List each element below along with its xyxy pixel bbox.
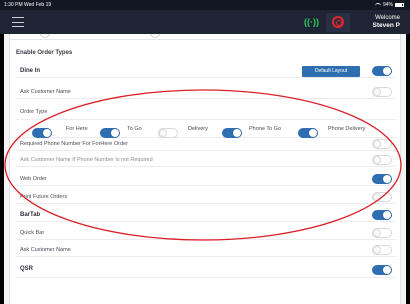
previous-row-fragment <box>10 34 400 40</box>
ask-name-if-phone-toggle[interactable] <box>372 155 392 165</box>
app-header: ((·)) Welcome Steven P <box>0 10 410 34</box>
settings-panel: Enable Order Types Dine In Default Layou… <box>4 34 406 304</box>
web-order-label: Web Order <box>20 176 47 182</box>
user-name: Steven P <box>372 22 400 29</box>
qsr-row: QSR <box>16 263 396 278</box>
delivery-label: Delivery <box>188 126 208 132</box>
order-type-title: Order Type <box>20 109 48 115</box>
required-phone-toggle[interactable] <box>372 139 392 149</box>
quick-bar-toggle[interactable] <box>372 228 392 238</box>
default-layout-button[interactable]: Default Layout <box>302 66 360 77</box>
phone-delivery-label: Phone Delivery <box>328 126 366 132</box>
bartab-toggle[interactable] <box>372 210 392 220</box>
to-go-toggle[interactable] <box>100 127 120 138</box>
dine-in-row: Dine In Default Layout <box>16 65 396 78</box>
order-types-card: Enable Order Types Dine In Default Layou… <box>9 34 401 304</box>
order-type-to-go[interactable]: To Go <box>100 124 142 138</box>
qsr-toggle[interactable] <box>372 265 392 275</box>
order-type-phone-to-go[interactable]: Phone To Go <box>222 124 281 138</box>
ipad-screen: 1:30 PM Wed Feb 19 94% ((·)) Welcome Ste… <box>0 0 410 304</box>
delivery-toggle[interactable] <box>158 127 178 138</box>
bartab-label: BarTab <box>20 212 41 218</box>
status-icons: 94% <box>374 2 404 8</box>
bar-ask-customer-name-toggle[interactable] <box>372 245 392 255</box>
order-type-delivery[interactable]: Delivery <box>158 124 208 138</box>
wifi-icon <box>374 3 381 7</box>
quick-bar-label: Quick Bar <box>20 230 45 236</box>
ask-customer-name-row: Ask Customer Name <box>16 86 396 99</box>
phone-to-go-label: Phone To Go <box>249 126 282 132</box>
to-go-label: To Go <box>127 126 142 132</box>
battery-icon <box>395 3 404 7</box>
ask-customer-name-toggle[interactable] <box>372 87 392 97</box>
bar-ask-customer-name-row: Ask Customer Name <box>16 244 396 257</box>
ask-name-if-phone-row: Ask Customer Name If Phone Number Is not… <box>16 154 396 167</box>
print-future-orders-row: Print Future Orders <box>16 191 396 204</box>
print-future-orders-label: Print Future Orders <box>20 194 68 200</box>
phone-to-go-toggle[interactable] <box>222 127 242 138</box>
order-type-title-row: Order Type <box>16 106 396 120</box>
status-time: 1:30 PM Wed Feb 19 <box>4 2 52 8</box>
ask-customer-name-label: Ask Customer Name <box>20 89 71 95</box>
bar-ask-customer-name-label: Ask Customer Name <box>20 247 71 253</box>
order-type-phone-delivery[interactable]: Phone Delivery <box>298 124 365 138</box>
for-here-toggle[interactable] <box>32 127 52 138</box>
dine-in-label: Dine In <box>20 68 41 74</box>
dine-in-toggle[interactable] <box>372 66 392 76</box>
status-bar: 1:30 PM Wed Feb 19 94% <box>0 0 410 10</box>
quick-bar-row: Quick Bar <box>16 227 396 240</box>
phone-delivery-toggle[interactable] <box>298 127 318 138</box>
required-phone-label: Required Phone Number For ForHere Order <box>20 141 128 147</box>
order-type-options: For Here To Go Delivery Phone To Go Phon… <box>16 120 396 138</box>
for-here-label: For Here <box>66 126 88 132</box>
section-title: Enable Order Types <box>16 50 73 56</box>
radio-icon[interactable] <box>150 34 160 38</box>
welcome-label: Welcome <box>375 15 400 21</box>
order-type-for-here[interactable]: For Here <box>32 124 88 138</box>
target-icon <box>332 16 344 28</box>
hamburger-menu-icon[interactable] <box>12 17 24 27</box>
qsr-label: QSR <box>20 266 34 272</box>
radio-icon[interactable] <box>40 34 50 38</box>
print-future-orders-toggle[interactable] <box>372 192 392 202</box>
bartab-row: BarTab <box>16 209 396 222</box>
welcome-block: Welcome Steven P <box>373 14 400 30</box>
ask-name-if-phone-label: Ask Customer Name If Phone Number Is not… <box>20 157 153 163</box>
target-button[interactable] <box>326 13 350 32</box>
battery-percent: 94% <box>382 2 393 8</box>
web-order-row: Web Order <box>16 173 396 186</box>
required-phone-row: Required Phone Number For ForHere Order <box>16 138 396 151</box>
connection-status-button[interactable]: ((·)) <box>300 13 324 32</box>
web-order-toggle[interactable] <box>372 174 392 184</box>
signal-icon: ((·)) <box>304 17 319 27</box>
